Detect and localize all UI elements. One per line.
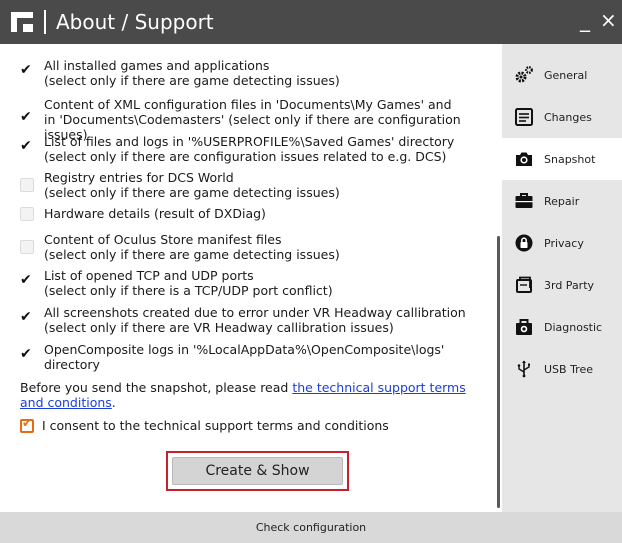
usb-icon: [514, 359, 534, 379]
option-hint: (select only if there are VR Headway cal…: [44, 320, 394, 335]
consent-option[interactable]: I consent to the technical support terms…: [20, 416, 389, 433]
sidebar-item-label: Repair: [544, 194, 580, 208]
sidebar-item-3rd-party[interactable]: 3rd Party: [502, 264, 622, 306]
option-hint: (select only if there is a TCP/UDP port …: [44, 283, 333, 298]
app-logo-icon: [11, 12, 33, 32]
sidebar-item-label: Changes: [544, 110, 592, 124]
sidebar-item-changes[interactable]: Changes: [502, 96, 622, 138]
sidebar-item-label: Diagnostic: [544, 320, 603, 334]
option-hint: (select only if there are game detecting…: [44, 185, 340, 200]
sidebar-item-diagnostic[interactable]: Diagnostic: [502, 306, 622, 348]
checkbox-xml-config[interactable]: [20, 109, 34, 127]
third-party-icon: [514, 275, 534, 295]
sidebar-item-label: General: [544, 68, 588, 82]
changes-icon: [514, 107, 534, 127]
sidebar-item-general[interactable]: General: [502, 54, 622, 96]
check-configuration-button[interactable]: Check configuration: [0, 512, 622, 543]
checkbox-installed-games[interactable]: [20, 62, 34, 80]
option-registry-entries[interactable]: Registry entries for DCS World (select on…: [20, 170, 340, 200]
option-label: All screenshots created due to error und…: [44, 305, 466, 320]
option-oculus-manifest[interactable]: Content of Oculus Store manifest files (s…: [20, 232, 340, 262]
privacy-icon: [514, 233, 534, 253]
scrollbar[interactable]: [497, 236, 500, 508]
sidebar-item-label: Snapshot: [544, 152, 596, 166]
title-bar: About / Support _ ×: [0, 0, 622, 44]
option-installed-games[interactable]: All installed games and applications(sel…: [20, 58, 340, 88]
diagnostic-icon: [514, 317, 534, 337]
toolbox-icon: [514, 191, 534, 211]
create-show-button[interactable]: Create & Show: [172, 457, 343, 485]
notice-suffix: .: [111, 395, 116, 410]
sidebar-item-usb-tree[interactable]: USB Tree: [502, 348, 622, 390]
sidebar-item-snapshot[interactable]: Snapshot: [502, 138, 622, 180]
sidebar: General Changes Snapshot Repair Privacy …: [502, 44, 622, 512]
sidebar-item-repair[interactable]: Repair: [502, 180, 622, 222]
camera-icon: [514, 149, 534, 169]
option-hardware-details[interactable]: Hardware details (result of DXDiag): [20, 206, 266, 221]
close-button[interactable]: ×: [600, 8, 617, 32]
checkbox-saved-games-logs[interactable]: [20, 138, 34, 156]
sidebar-item-label: Privacy: [544, 236, 584, 250]
checkbox-opencomposite-logs[interactable]: [20, 346, 34, 364]
consent-checkbox[interactable]: [20, 416, 34, 433]
checkbox-vr-screenshots[interactable]: [20, 309, 34, 327]
option-tcp-udp-ports[interactable]: List of opened TCP and UDP ports(select …: [20, 268, 333, 298]
checkbox-registry-entries[interactable]: [20, 178, 34, 192]
minimize-button[interactable]: _: [580, 8, 590, 32]
option-hint: (select only if there are game detecting…: [44, 73, 340, 88]
sidebar-item-privacy[interactable]: Privacy: [502, 222, 622, 264]
option-saved-games-logs[interactable]: List of files and logs in '%USERPROFILE%…: [20, 134, 454, 164]
option-label: Content of Oculus Store manifest files: [44, 232, 282, 247]
option-hint: (select only if there are configuration …: [44, 149, 447, 164]
option-label: OpenComposite logs in '%LocalAppData%\Op…: [44, 342, 445, 372]
consent-label: I consent to the technical support terms…: [42, 418, 389, 433]
gears-icon: [514, 65, 534, 85]
checkbox-hardware-details[interactable]: [20, 206, 34, 221]
option-label: List of files and logs in '%USERPROFILE%…: [44, 134, 455, 149]
option-label: Content of XML configuration files in 'D…: [44, 97, 452, 112]
snapshot-panel: All installed games and applications(sel…: [0, 44, 502, 512]
title-separator: [44, 10, 46, 34]
sidebar-item-label: USB Tree: [544, 362, 593, 376]
sidebar-item-label: 3rd Party: [544, 278, 595, 292]
window-title: About / Support: [56, 10, 214, 34]
option-vr-screenshots[interactable]: All screenshots created due to error und…: [20, 305, 466, 335]
option-label: List of opened TCP and UDP ports: [44, 268, 254, 283]
option-label: Registry entries for DCS World: [44, 170, 234, 185]
notice-text: Before you send the snapshot, please rea…: [20, 380, 293, 395]
terms-notice: Before you send the snapshot, please rea…: [20, 380, 490, 410]
checkbox-tcp-udp-ports[interactable]: [20, 272, 34, 290]
option-label: Hardware details (result of DXDiag): [44, 206, 266, 221]
checkbox-oculus-manifest[interactable]: [20, 240, 34, 254]
option-hint: (select only if there are game detecting…: [44, 247, 340, 262]
option-opencomposite-logs[interactable]: OpenComposite logs in '%LocalAppData%\Op…: [20, 342, 502, 372]
option-label: All installed games and applications: [44, 58, 270, 73]
